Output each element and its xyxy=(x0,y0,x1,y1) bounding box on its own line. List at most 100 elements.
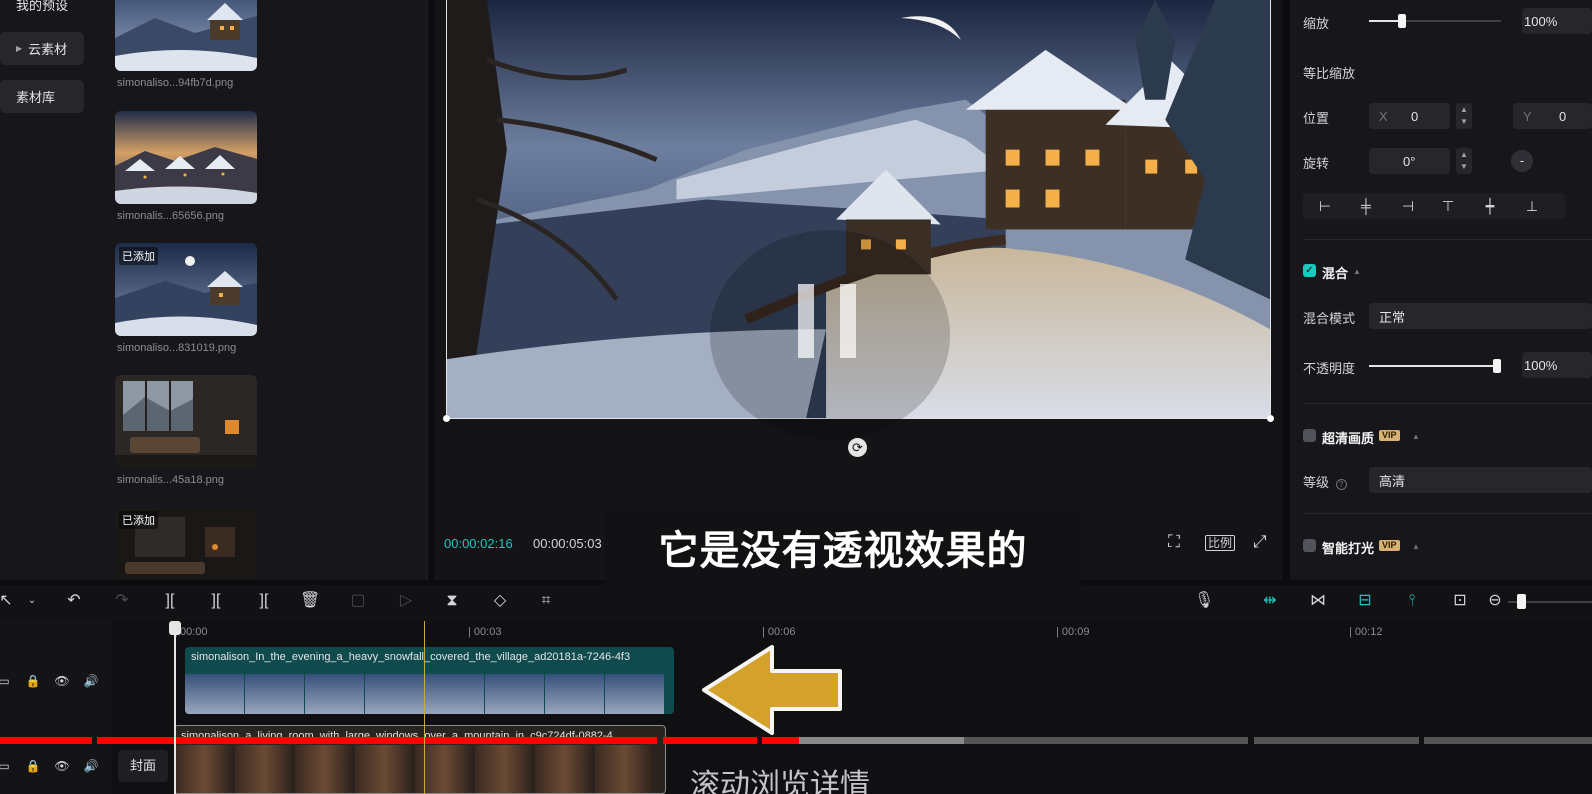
align-top-icon[interactable]: ⊤ xyxy=(1440,198,1456,214)
blend-title: 混合 xyxy=(1322,266,1349,281)
eye-icon[interactable]: 👁 xyxy=(52,671,72,691)
scale-slider-knob[interactable] xyxy=(1398,14,1406,28)
rotate-clip-icon[interactable]: ◇ xyxy=(490,591,510,611)
media-name: simonaliso...831019.png xyxy=(117,342,237,354)
speaker-icon[interactable]: 🔊 xyxy=(81,671,101,691)
focus-screenshot-icon[interactable]: ⛶ xyxy=(1168,532,1180,552)
linkage-icon[interactable]: ⊟ xyxy=(1355,591,1375,611)
fullscreen-icon[interactable]: ⤢ xyxy=(1253,532,1267,552)
eye-icon[interactable]: 👁 xyxy=(52,756,72,776)
resize-handle[interactable] xyxy=(1267,415,1274,422)
ruler-label: | 00:03 xyxy=(468,626,502,638)
opacity-value: 100% xyxy=(1524,357,1558,373)
blend-mode-value: 正常 xyxy=(1379,309,1406,325)
split-left-icon[interactable]: ][ xyxy=(206,591,226,611)
lock-icon[interactable]: 🔒 xyxy=(23,756,43,776)
winter-village-image xyxy=(115,0,257,71)
filmstrip-frame xyxy=(355,745,414,793)
blend-checkbox[interactable]: ✓ xyxy=(1303,264,1316,277)
speaker-icon[interactable]: 🔊 xyxy=(81,756,101,776)
align-right-icon[interactable]: ⊣ xyxy=(1400,198,1416,214)
progress-segment[interactable] xyxy=(1254,737,1419,744)
mirror-icon[interactable]: ⧗ xyxy=(442,591,462,611)
progress-segment[interactable] xyxy=(1424,737,1592,744)
opacity-slider-knob[interactable] xyxy=(1493,359,1501,373)
ratio-label: 比例 xyxy=(1205,535,1236,551)
rotate-button-label: - xyxy=(1519,153,1525,168)
scale-value-field[interactable]: 100% xyxy=(1522,8,1592,34)
opacity-value-field[interactable]: 100% xyxy=(1522,352,1592,378)
pos-y-field[interactable]: Y 0 xyxy=(1513,103,1592,129)
clip-title: simonalison_In_the_evening_a_heavy_snowf… xyxy=(191,651,631,663)
nav-item-asset-library[interactable]: 素材库 xyxy=(0,80,84,113)
ratio-button[interactable]: 比例 xyxy=(1205,534,1236,551)
lock-icon[interactable]: 🔒 xyxy=(23,671,43,691)
align-left-icon[interactable]: ⊢ xyxy=(1317,198,1333,214)
redo-icon[interactable]: ↷ xyxy=(112,591,132,611)
timeline-clip[interactable]: simonalison_In_the_evening_a_heavy_snowf… xyxy=(185,647,674,714)
chevron-down-icon[interactable]: ⌄ xyxy=(22,591,42,611)
pause-overlay[interactable] xyxy=(710,230,950,440)
smart-light-checkbox[interactable] xyxy=(1303,539,1316,552)
filmstrip-frame xyxy=(295,745,354,793)
blend-mode-select[interactable]: 正常 xyxy=(1369,303,1592,329)
media-name: simonalis...45a18.png xyxy=(117,474,225,486)
progress-segment[interactable] xyxy=(97,737,657,744)
playhead[interactable] xyxy=(424,621,425,794)
media-thumb[interactable] xyxy=(115,0,257,71)
opacity-label: 不透明度 xyxy=(1303,361,1356,376)
progress-segment[interactable] xyxy=(0,737,92,744)
cover-button[interactable]: 封面 xyxy=(118,750,168,782)
ruler-label: | 00:06 xyxy=(762,626,796,638)
select-cursor-icon[interactable]: ↖ xyxy=(0,591,16,611)
align-center-v-icon[interactable]: ┿ xyxy=(1482,198,1498,214)
progress-segment[interactable] xyxy=(663,737,757,744)
media-thumb[interactable] xyxy=(115,375,257,468)
opacity-slider-fill xyxy=(1369,365,1497,367)
current-time: 00:00:02:16 xyxy=(444,536,513,551)
zoom-slider-knob[interactable] xyxy=(1517,594,1526,609)
progress-segment[interactable] xyxy=(762,737,799,744)
auto-snap-icon[interactable]: ⋈ xyxy=(1308,591,1328,611)
undo-icon[interactable]: ↶ xyxy=(64,591,84,611)
sunset-village-image xyxy=(115,111,257,204)
play-segment-icon[interactable]: ▷ xyxy=(396,591,416,611)
preview-axis-icon[interactable]: ⫯ xyxy=(1402,591,1422,611)
screenshot-icon[interactable]: ⊡ xyxy=(1450,591,1470,611)
rotate-reset-button[interactable]: - xyxy=(1511,150,1533,172)
main-track-magnet-icon[interactable]: ⇹ xyxy=(1260,591,1280,611)
resize-handle[interactable] xyxy=(443,415,450,422)
crop-icon[interactable]: ⌗ xyxy=(536,591,556,611)
rotate-stepper[interactable]: ▲ ▼ xyxy=(1456,148,1472,174)
hd-checkbox[interactable] xyxy=(1303,429,1316,442)
subtitle-caption: 它是没有透视效果的 xyxy=(605,511,1081,591)
pos-x-stepper[interactable]: ▲ ▼ xyxy=(1456,103,1472,129)
timeline-clip[interactable]: simonalison_a_living_room_with_large_win… xyxy=(174,725,666,794)
align-bottom-icon[interactable]: ⊥ xyxy=(1524,198,1540,214)
collapse-icon[interactable]: ▲ xyxy=(1353,267,1361,276)
collapse-icon[interactable]: ▲ xyxy=(1412,432,1420,441)
pos-x-field[interactable]: X 0 xyxy=(1369,103,1450,129)
media-thumb[interactable]: 已添加 xyxy=(115,243,257,336)
help-icon[interactable]: ? xyxy=(1335,479,1347,490)
media-thumb[interactable]: 已添加 xyxy=(115,507,257,580)
rotate-icon[interactable]: ⟳ xyxy=(848,438,867,457)
level-select[interactable]: 高清 xyxy=(1369,467,1592,493)
nav-item-cloud-assets[interactable]: ▶ 云素材 xyxy=(0,32,84,65)
microphone-icon[interactable]: 🎙 xyxy=(1194,591,1214,611)
zoom-out-icon[interactable]: ⊖ xyxy=(1485,591,1505,611)
align-center-h-icon[interactable]: ╪ xyxy=(1358,198,1374,214)
media-thumb[interactable] xyxy=(115,111,257,204)
split-right-icon[interactable]: ][ xyxy=(254,591,274,611)
ruler-label: | 00:12 xyxy=(1349,626,1383,638)
split-icon[interactable]: ][ xyxy=(160,591,180,611)
freeze-icon[interactable]: ▢ xyxy=(348,591,368,611)
delete-icon[interactable]: 🗑 xyxy=(300,591,320,611)
progress-buffer[interactable] xyxy=(799,737,964,744)
ruler-label: | 00:09 xyxy=(1056,626,1090,638)
collapse-icon[interactable]: ▲ xyxy=(1412,542,1420,551)
progress-segment[interactable] xyxy=(964,737,1248,744)
start-marker-handle[interactable] xyxy=(169,621,181,635)
nav-item-my-presets[interactable]: 我的预设 xyxy=(0,0,84,21)
rotate-field[interactable]: 0° xyxy=(1369,148,1450,174)
